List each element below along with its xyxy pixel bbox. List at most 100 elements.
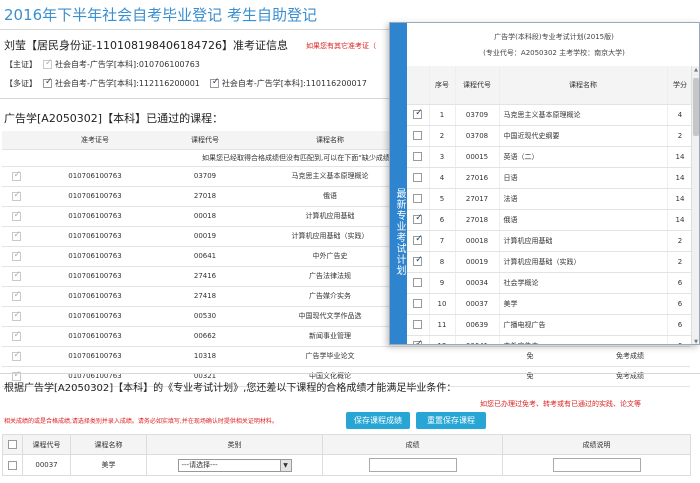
passed-course-checkbox <box>11 250 21 261</box>
plan-code: 00641 <box>455 335 500 344</box>
score-input[interactable] <box>368 458 457 472</box>
passed-name: 广告媒介实务 <box>250 286 410 307</box>
passed-name: 马克思主义基本原理概论 <box>250 166 410 187</box>
main-ticket-row: 【主证】 社会自考-广告学[本科]:010706100763 <box>2 55 200 73</box>
main-ticket-tag: 【主证】 <box>5 59 37 69</box>
passed-code: 00641 <box>160 246 250 267</box>
plan-course-name: 日语 <box>499 167 668 189</box>
passed-code: 10318 <box>160 346 250 367</box>
passed-code: 00018 <box>160 206 250 227</box>
passed-course-checkbox <box>11 330 21 341</box>
passed-header-ticket: 准考证号 <box>30 131 160 150</box>
exam-plan-header: 广告学(本科段)专业考试计划(2015版) (专业代号：A2050302 主考学… <box>407 23 699 66</box>
exam-plan-row: 3 00015 英语（二） 14 <box>407 146 693 168</box>
scroll-down-icon[interactable]: ▼ <box>692 338 699 344</box>
exam-plan-row: 5 27017 法语 14 <box>407 188 693 210</box>
passed-course-checkbox <box>11 310 21 321</box>
exam-plan-tab[interactable]: 最新专业考试计划 <box>390 23 407 344</box>
passed-code: 03709 <box>160 166 250 187</box>
plan-course-name: 中国近现代史纲要 <box>499 125 668 147</box>
extra-ticket-text-1: 社会自考-广告学[本科]:112116200001 <box>55 78 200 88</box>
plan-header-seq: 序号 <box>429 66 456 105</box>
passed-ticket: 010706100763 <box>30 186 160 207</box>
passed-header-code: 课程代号 <box>160 131 250 150</box>
exam-plan-row: 2 03708 中国近现代史纲要 2 <box>407 125 693 147</box>
exam-plan-subtitle: (专业代号：A2050302 主考学校：南京大学) <box>483 49 625 57</box>
plan-course-checkbox[interactable] <box>413 173 423 182</box>
plan-course-checkbox[interactable] <box>413 278 423 287</box>
passed-code: 00662 <box>160 326 250 347</box>
passed-name: 新闻事业管理 <box>250 326 410 347</box>
extra-ticket-checkbox-2[interactable] <box>209 77 219 88</box>
passed-ticket: 010706100763 <box>30 306 160 327</box>
exam-plan-panel: 最新专业考试计划 广告学(本科段)专业考试计划(2015版) (专业代号：A20… <box>389 22 700 345</box>
plan-course-checkbox[interactable] <box>413 194 423 203</box>
plan-course-name: 马克思主义基本原理概论 <box>499 104 668 126</box>
plan-course-checkbox[interactable] <box>413 108 423 119</box>
course-type-select[interactable]: ---请选择--- ▼ <box>177 458 292 472</box>
plan-course-checkbox[interactable] <box>413 339 423 344</box>
plan-course-checkbox[interactable] <box>413 255 423 266</box>
plan-course-checkbox[interactable] <box>413 152 423 161</box>
plan-credits: 14 <box>667 167 693 189</box>
plan-code: 00037 <box>455 293 500 315</box>
save-courses-button[interactable]: 保存课程成绩 <box>346 412 410 429</box>
missing-course-checkbox[interactable] <box>8 460 17 470</box>
scroll-up-icon[interactable]: ▲ <box>692 66 699 74</box>
plan-seq: 7 <box>429 230 456 252</box>
exam-plan-row: 9 00034 社会学概论 6 <box>407 272 693 294</box>
page-title: 2016年下半年社会自考毕业登记 考生自助登记 <box>4 6 317 24</box>
plan-course-name: 美学 <box>499 293 668 315</box>
exam-plan-scroll-area: 序号 课程代号 课程名称 学分 103709马克思主义基本原理概论4203708… <box>407 66 693 344</box>
plan-code: 27016 <box>455 167 500 189</box>
plan-course-checkbox[interactable] <box>413 234 423 245</box>
passed-header-name: 课程名称 <box>250 131 410 150</box>
select-all-checkbox[interactable] <box>8 440 17 449</box>
passed-course-checkbox <box>11 290 21 301</box>
extra-ticket-text-2: 社会自考-广告学[本科]:110116200017 <box>221 78 367 88</box>
plan-seq: 2 <box>429 125 456 147</box>
plan-credits: 2 <box>667 251 693 273</box>
plan-course-name: 社会学概论 <box>499 272 668 294</box>
passed-name: 广告法律法规 <box>250 266 410 287</box>
passed-name: 计算机应用基础（实践） <box>250 226 410 247</box>
passed-header-select <box>2 131 30 150</box>
plan-credits: 14 <box>667 146 693 168</box>
plan-course-checkbox[interactable] <box>413 320 423 329</box>
plan-course-name: 计算机应用基础 <box>499 230 668 252</box>
plan-credits: 14 <box>667 209 693 231</box>
plan-course-checkbox[interactable] <box>413 131 423 140</box>
passed-exempt: 免 <box>490 346 570 367</box>
plan-code: 03708 <box>455 125 500 147</box>
exam-plan-row: 627018俄语14 <box>407 209 693 231</box>
passed-course-checkbox <box>11 210 21 221</box>
passed-score-type: 免考成绩 <box>570 346 690 367</box>
plan-code: 00018 <box>455 230 500 252</box>
passed-course-row: 01070610076310318广告学毕业论文 免免考成绩 <box>2 346 690 367</box>
passed-ticket: 010706100763 <box>30 206 160 227</box>
passed-code: 27018 <box>160 186 250 207</box>
main-ticket-checkbox <box>43 58 53 69</box>
scrollbar-thumb[interactable] <box>693 78 699 136</box>
reset-courses-button[interactable]: 重置保存课程 <box>416 412 486 429</box>
plan-course-checkbox[interactable] <box>413 213 423 224</box>
extra-ticket-checkbox-1[interactable] <box>43 77 53 88</box>
exam-plan-row: 1200641中外广告史6 <box>407 335 693 344</box>
exam-plan-table-header: 序号 课程代号 课程名称 学分 <box>407 66 693 105</box>
plan-header-credits: 学分 <box>667 66 693 105</box>
plan-course-checkbox[interactable] <box>413 299 423 308</box>
exam-plan-scrollbar[interactable]: ▲ ▼ <box>691 66 699 344</box>
passed-course-checkbox <box>11 350 21 361</box>
passed-course-checkbox <box>11 270 21 281</box>
plan-seq: 10 <box>429 293 456 315</box>
missing-course-row: 00037 美学 ---请选择--- ▼ <box>2 454 691 476</box>
missing-courses-table: 课程代号 课程名称 类别 成绩 成绩说明 00037 美学 ---请选择--- ▼ <box>2 434 691 476</box>
requirement-note-left: 相关成绩的或是合格成绩,请选择类别并录入成绩。请务必如实填写,并在现场确认时提供… <box>4 418 278 425</box>
score-remark-input[interactable] <box>552 458 641 472</box>
extra-ticket-tag: 【多证】 <box>5 78 37 88</box>
plan-code: 27017 <box>455 188 500 210</box>
plan-credits: 6 <box>667 314 693 336</box>
plan-credits: 4 <box>667 104 693 126</box>
plan-seq: 4 <box>429 167 456 189</box>
passed-ticket: 010706100763 <box>30 326 160 347</box>
